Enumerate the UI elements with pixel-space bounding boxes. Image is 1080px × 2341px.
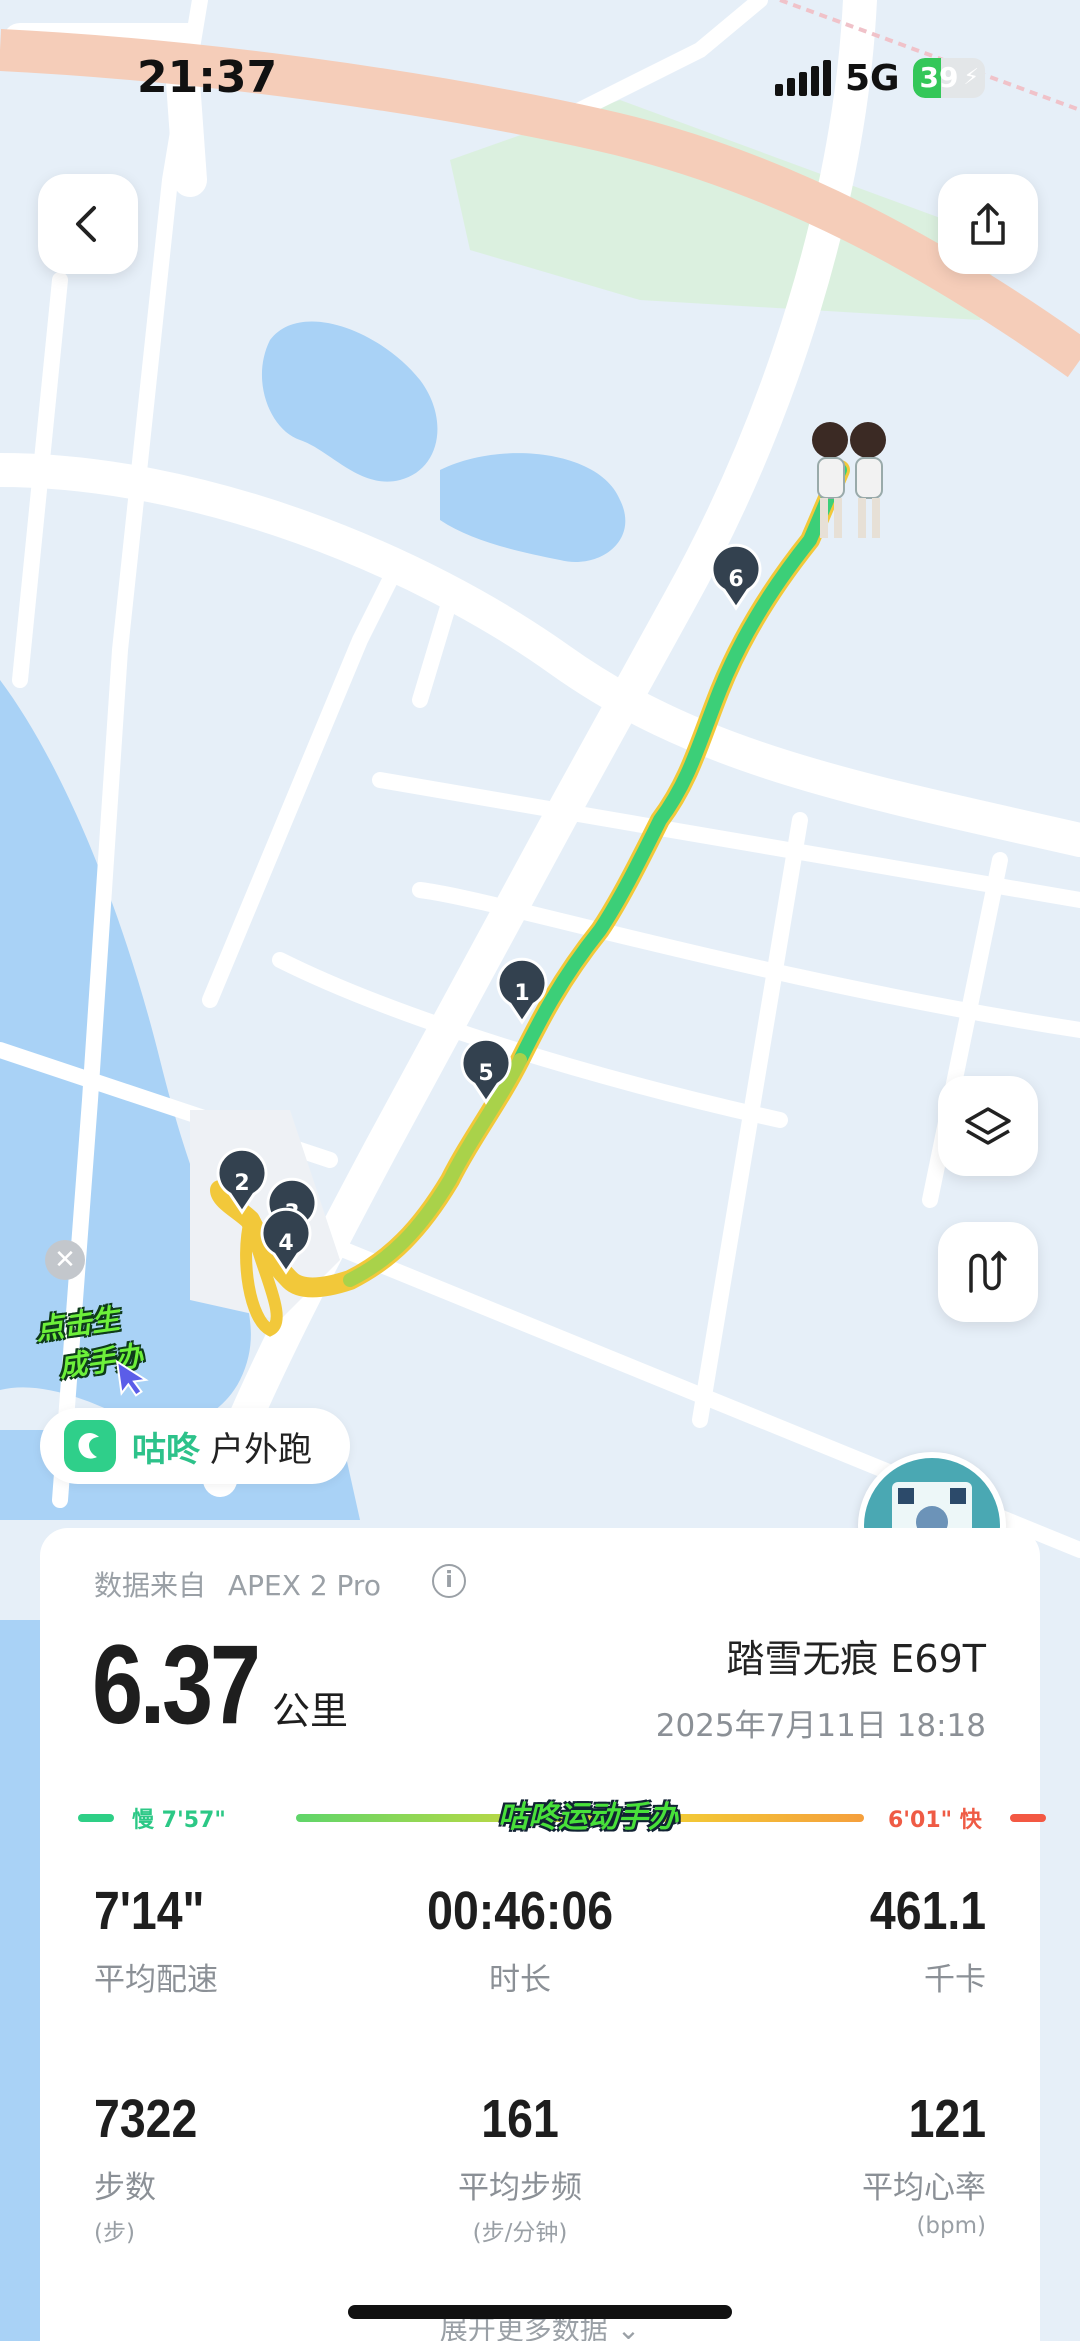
signal-icon	[775, 60, 831, 96]
workout-summary-card: 数据来自 APEX 2 Pro i 6.37 公里 踏雪无痕 E69T 2025年…	[40, 1528, 1046, 2341]
stat-steps: 7322 步数 (步)	[94, 2088, 214, 2247]
stat-label: 平均步频	[458, 2170, 582, 2206]
sport-type-pill: 咕咚 户外跑	[40, 1408, 350, 1484]
app-brand: 咕咚	[132, 1429, 200, 1470]
route-icon	[969, 1250, 1007, 1293]
stat-cadence: 161 平均步频 (步/分钟)	[290, 2088, 750, 2247]
home-indicator[interactable]	[348, 2305, 732, 2319]
slow-pace-indicator	[78, 1814, 114, 1822]
distance-unit: 公里	[272, 1689, 349, 1733]
stat-calories: 461.1 千卡	[851, 1880, 986, 1999]
charging-icon: ⚡	[963, 65, 979, 90]
share-button[interactable]	[938, 174, 1038, 274]
battery-icon: 39 ⚡	[913, 58, 985, 98]
stat-label: 步数	[94, 2170, 156, 2206]
cursor-icon	[115, 1359, 149, 1397]
stat-label: 千卡	[924, 1962, 986, 1998]
km-marker-label: 1	[514, 981, 529, 1006]
stat-value: 7322	[94, 2089, 198, 2149]
fast-pace-indicator	[1010, 1814, 1046, 1822]
stat-unit: (步)	[94, 2220, 135, 2246]
network-type: 5G	[845, 58, 900, 99]
app-logo-icon	[64, 1420, 116, 1472]
back-button[interactable]	[38, 174, 138, 274]
stat-duration: 00:46:06 时长	[290, 1880, 750, 1999]
source-label: 数据来自	[94, 1569, 207, 1602]
stat-value: 7'14"	[94, 1881, 205, 1941]
figurine-pace-sticker[interactable]: 咕咚运动手办	[498, 1792, 678, 1836]
info-icon[interactable]: i	[432, 1564, 466, 1598]
route-mode-button[interactable]	[938, 1222, 1038, 1322]
stat-avg-pace: 7'14" 平均配速	[94, 1880, 223, 1999]
sport-type: 户外跑	[210, 1429, 312, 1470]
fast-pace-label: 6'01" 快	[888, 1808, 982, 1833]
stat-unit: (bpm)	[916, 2213, 986, 2239]
km-marker-label: 6	[728, 567, 743, 592]
stat-label: 平均心率	[862, 2170, 986, 2206]
stat-value: 161	[481, 2089, 559, 2149]
close-icon[interactable]: ✕	[45, 1240, 85, 1280]
stat-unit: (步/分钟)	[472, 2220, 568, 2246]
layers-icon	[965, 1107, 1011, 1145]
figurine-sticker[interactable]: 点击生 成手办	[33, 1292, 167, 1418]
source-device: APEX 2 Pro	[228, 1569, 381, 1602]
stat-label: 平均配速	[94, 1962, 218, 1998]
data-source: 数据来自 APEX 2 Pro	[94, 1564, 381, 1604]
share-icon	[971, 203, 1005, 245]
battery-level: 39	[919, 61, 959, 94]
stat-value: 00:46:06	[427, 1881, 613, 1941]
workout-datetime: 2025年7月11日 18:18	[655, 1708, 986, 1744]
stat-label: 时长	[489, 1962, 551, 1998]
stat-heart-rate: 121 平均心率 (bpm)	[862, 2088, 986, 2239]
km-marker-label: 5	[478, 1061, 493, 1086]
chevron-left-icon	[76, 206, 96, 242]
status-time: 21:37	[137, 52, 278, 103]
stat-value: 461.1	[869, 1881, 986, 1941]
shoe-name[interactable]: 踏雪无痕 E69T	[726, 1628, 986, 1683]
slow-pace-label: 慢 7'57"	[132, 1808, 226, 1833]
km-marker-label: 4	[278, 1231, 293, 1256]
layers-button[interactable]	[938, 1076, 1038, 1176]
distance-value: 6.37	[92, 1622, 261, 1747]
stat-value: 121	[908, 2089, 986, 2149]
status-bar: 21:37 5G 39 ⚡	[0, 0, 1080, 150]
pace-range-bar: 慢 7'57" 咕咚运动手办 6'01" 快	[78, 1798, 1046, 1838]
km-marker-label: 2	[234, 1171, 249, 1196]
